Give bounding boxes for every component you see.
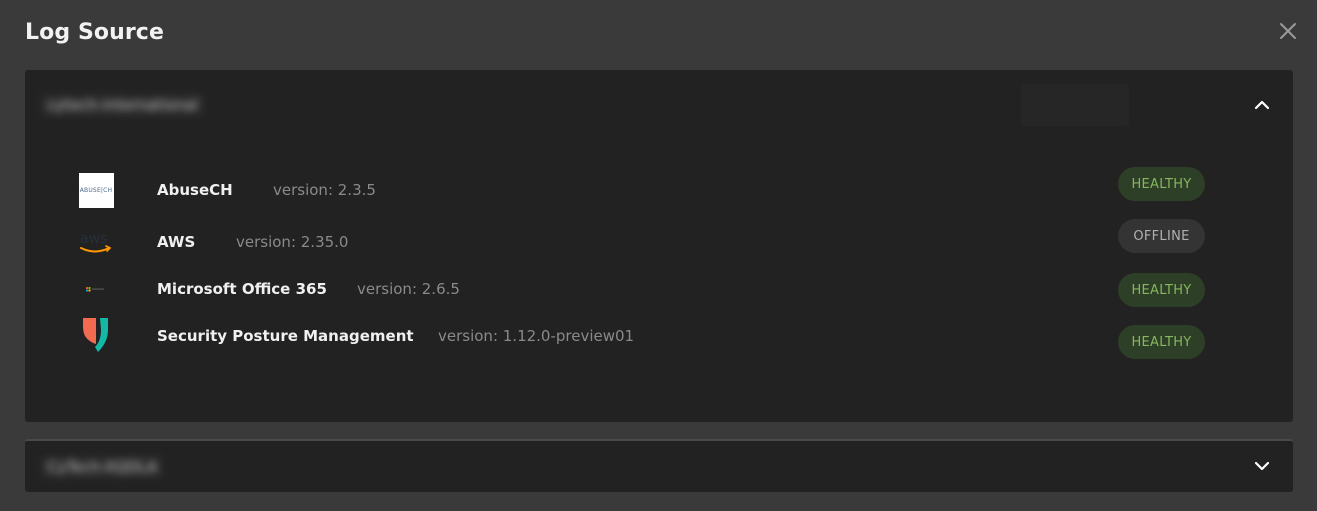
status-badge: HEALTHY [1118, 167, 1205, 201]
security-posture-logo [78, 317, 114, 353]
abusech-logo: ABUSE|CH [78, 172, 114, 208]
source-version: version: 2.3.5 [273, 181, 376, 199]
source-name: Security Posture Management [157, 327, 414, 345]
log-source-row[interactable]: Microsoft Office 365 version: 2.6.5 HEAL… [25, 270, 1293, 310]
chevron-down-icon[interactable] [1251, 455, 1273, 477]
tenant-panel: CyTech-XQDLA [25, 439, 1293, 492]
status-badge: HEALTHY [1118, 325, 1205, 359]
source-name: AbuseCH [157, 181, 233, 199]
chevron-up-icon[interactable] [1251, 94, 1273, 116]
status-badge: HEALTHY [1118, 273, 1205, 307]
source-name: AWS [157, 233, 196, 251]
tenant-name: cytech-international [41, 94, 204, 116]
status-badge: OFFLINE [1118, 219, 1205, 253]
source-version: version: 2.6.5 [357, 280, 460, 298]
tenant-panel: cytech-international ABUSE|CH AbuseCH ve… [25, 70, 1293, 422]
source-version: version: 1.12.0-preview01 [438, 327, 635, 345]
tenant-name: CyTech-XQDLA [41, 456, 164, 478]
source-version: version: 2.35.0 [236, 233, 349, 251]
svg-text:aws: aws [80, 231, 107, 247]
close-icon[interactable] [1276, 19, 1300, 43]
tenant-header[interactable]: CyTech-XQDLA [25, 441, 1293, 492]
header-placeholder [1021, 84, 1129, 126]
aws-logo: aws [78, 224, 114, 260]
modal-title: Log Source [25, 20, 164, 45]
log-source-row[interactable]: aws AWS version: 2.35.0 OFFLINE [25, 219, 1293, 263]
source-name: Microsoft Office 365 [157, 280, 327, 298]
log-source-row[interactable]: Security Posture Management version: 1.1… [25, 317, 1293, 359]
tenant-header[interactable]: cytech-international [25, 70, 1293, 138]
microsoft-logo [78, 271, 114, 307]
log-source-row[interactable]: ABUSE|CH AbuseCH version: 2.3.5 HEALTHY [25, 167, 1293, 210]
